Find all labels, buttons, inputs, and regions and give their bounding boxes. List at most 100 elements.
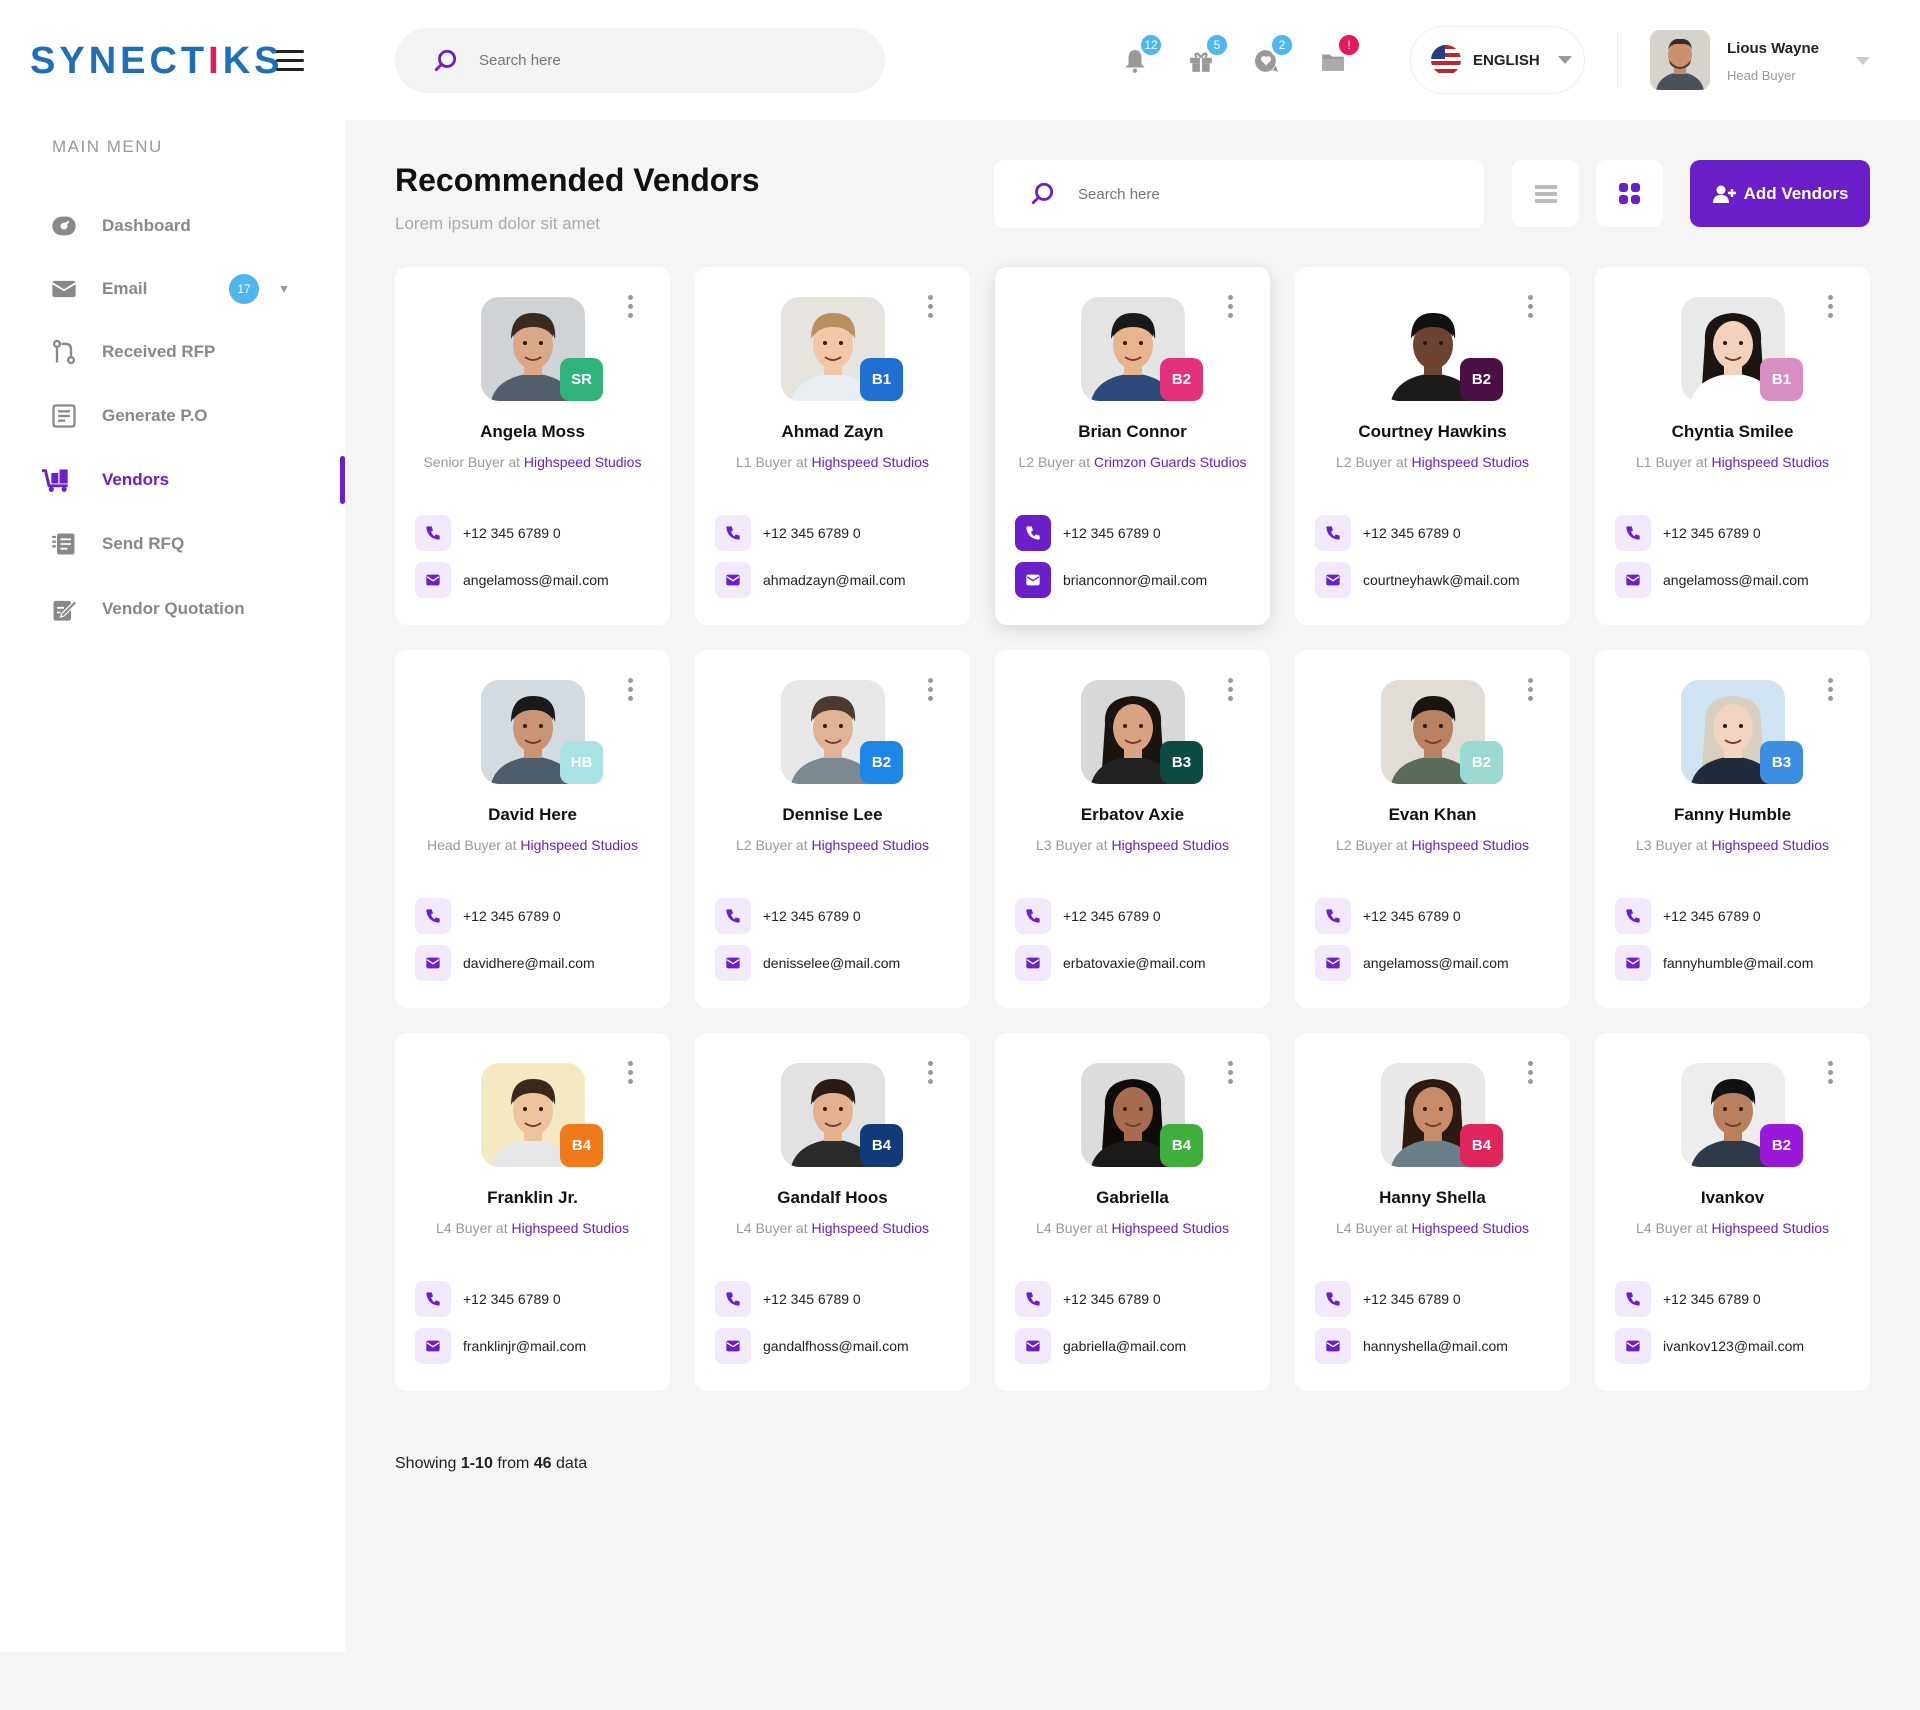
phone-icon[interactable] <box>1315 898 1351 934</box>
sidebar-item-received-rfp[interactable]: Received RFP <box>0 327 345 377</box>
sidebar-item-dashboard[interactable]: Dashboard <box>0 201 345 251</box>
vendor-name[interactable]: Angela Moss <box>395 422 670 442</box>
email-address[interactable]: courtneyhawk@mail.com <box>1363 572 1520 588</box>
vendor-company-link[interactable]: Highspeed Studios <box>811 454 929 470</box>
vendor-name[interactable]: Gandalf Hoos <box>695 1188 970 1208</box>
vendor-name[interactable]: Fanny Humble <box>1595 805 1870 825</box>
email-address[interactable]: ahmadzayn@mail.com <box>763 572 906 588</box>
list-view-button[interactable] <box>1512 160 1579 227</box>
vendor-name[interactable]: Dennise Lee <box>695 805 970 825</box>
vendor-card[interactable]: B2 Brian Connor L2 Buyer at Crimzon Guar… <box>995 267 1270 625</box>
phone-icon[interactable] <box>715 898 751 934</box>
phone-icon[interactable] <box>1315 1281 1351 1317</box>
phone-number[interactable]: +12 345 6789 0 <box>463 525 561 541</box>
notification-folder[interactable]: ! <box>1318 32 1362 78</box>
mail-icon[interactable] <box>715 1328 751 1364</box>
vendor-company-link[interactable]: Highspeed Studios <box>1411 454 1529 470</box>
email-address[interactable]: franklinjr@mail.com <box>463 1338 586 1354</box>
phone-icon[interactable] <box>715 1281 751 1317</box>
vendor-company-link[interactable]: Highspeed Studios <box>1411 837 1529 853</box>
more-options-icon[interactable] <box>628 678 634 705</box>
more-options-icon[interactable] <box>628 1061 634 1088</box>
vendor-card[interactable]: SR Angela Moss Senior Buyer at Highspeed… <box>395 267 670 625</box>
vendor-name[interactable]: Hanny Shella <box>1295 1188 1570 1208</box>
header-search-bar[interactable] <box>395 28 885 93</box>
grid-view-button[interactable] <box>1596 160 1663 227</box>
vendor-card[interactable]: B3 Fanny Humble L3 Buyer at Highspeed St… <box>1595 650 1870 1008</box>
mail-icon[interactable] <box>715 945 751 981</box>
language-selector[interactable]: ENGLISH <box>1410 26 1585 94</box>
vendor-company-link[interactable]: Highspeed Studios <box>1111 837 1229 853</box>
vendor-company-link[interactable]: Highspeed Studios <box>1111 1220 1229 1236</box>
email-address[interactable]: hannyshella@mail.com <box>1363 1338 1508 1354</box>
sidebar-item-vendors[interactable]: Vendors <box>0 455 345 505</box>
phone-icon[interactable] <box>1315 515 1351 551</box>
vendor-company-link[interactable]: Highspeed Studios <box>1711 1220 1829 1236</box>
more-options-icon[interactable] <box>928 295 934 322</box>
vendor-name[interactable]: Evan Khan <box>1295 805 1570 825</box>
phone-number[interactable]: +12 345 6789 0 <box>1063 908 1161 924</box>
add-vendors-button[interactable]: Add Vendors <box>1690 160 1870 227</box>
vendor-name[interactable]: Brian Connor <box>995 422 1270 442</box>
phone-icon[interactable] <box>415 898 451 934</box>
synectiks-logo[interactable]: SYNECTIKS <box>30 40 284 83</box>
vendor-card[interactable]: B2 Evan Khan L2 Buyer at Highspeed Studi… <box>1295 650 1570 1008</box>
vendor-card[interactable]: B4 Gandalf Hoos L4 Buyer at Highspeed St… <box>695 1033 970 1391</box>
sidebar-item-vendor-quotation[interactable]: Vendor Quotation <box>0 584 345 634</box>
mail-icon[interactable] <box>1615 1328 1651 1364</box>
more-options-icon[interactable] <box>1228 295 1234 322</box>
more-options-icon[interactable] <box>1528 1061 1534 1088</box>
vendor-company-link[interactable]: Crimzon Guards Studios <box>1094 454 1247 470</box>
email-address[interactable]: denisselee@mail.com <box>763 955 900 971</box>
notification-gift[interactable]: 5 <box>1186 32 1230 78</box>
phone-icon[interactable] <box>1015 515 1051 551</box>
notification-messages[interactable]: 2 <box>1251 32 1295 78</box>
email-address[interactable]: fannyhumble@mail.com <box>1663 955 1813 971</box>
email-address[interactable]: ivankov123@mail.com <box>1663 1338 1804 1354</box>
email-address[interactable]: brianconnor@mail.com <box>1063 572 1207 588</box>
phone-number[interactable]: +12 345 6789 0 <box>1663 908 1761 924</box>
phone-number[interactable]: +12 345 6789 0 <box>1363 908 1461 924</box>
vendor-company-link[interactable]: Highspeed Studios <box>1411 1220 1529 1236</box>
email-address[interactable]: davidhere@mail.com <box>463 955 595 971</box>
notification-bell[interactable]: 12 <box>1120 32 1164 78</box>
more-options-icon[interactable] <box>1528 295 1534 322</box>
vendor-card[interactable]: B4 Franklin Jr. L4 Buyer at Highspeed St… <box>395 1033 670 1391</box>
phone-icon[interactable] <box>1615 898 1651 934</box>
mail-icon[interactable] <box>415 562 451 598</box>
mail-icon[interactable] <box>1615 562 1651 598</box>
phone-number[interactable]: +12 345 6789 0 <box>463 908 561 924</box>
vendor-card[interactable]: B2 Dennise Lee L2 Buyer at Highspeed Stu… <box>695 650 970 1008</box>
vendor-search-input[interactable] <box>1078 185 1438 203</box>
phone-number[interactable]: +12 345 6789 0 <box>1363 525 1461 541</box>
phone-number[interactable]: +12 345 6789 0 <box>763 908 861 924</box>
vendor-company-link[interactable]: Highspeed Studios <box>1711 454 1829 470</box>
email-address[interactable]: angelamoss@mail.com <box>1663 572 1809 588</box>
phone-number[interactable]: +12 345 6789 0 <box>1063 1291 1161 1307</box>
phone-number[interactable]: +12 345 6789 0 <box>1663 1291 1761 1307</box>
phone-number[interactable]: +12 345 6789 0 <box>1363 1291 1461 1307</box>
mail-icon[interactable] <box>415 945 451 981</box>
phone-number[interactable]: +12 345 6789 0 <box>763 525 861 541</box>
more-options-icon[interactable] <box>1228 678 1234 705</box>
more-options-icon[interactable] <box>628 295 634 322</box>
email-address[interactable]: angelamoss@mail.com <box>463 572 609 588</box>
phone-icon[interactable] <box>1015 898 1051 934</box>
vendor-search-bar[interactable] <box>994 160 1484 228</box>
vendor-name[interactable]: Ivankov <box>1595 1188 1870 1208</box>
more-options-icon[interactable] <box>1828 295 1834 322</box>
vendor-card[interactable]: B4 Hanny Shella L4 Buyer at Highspeed St… <box>1295 1033 1570 1391</box>
mail-icon[interactable] <box>1015 1328 1051 1364</box>
vendor-name[interactable]: Gabriella <box>995 1188 1270 1208</box>
sidebar-item-send-rfq[interactable]: Send RFQ <box>0 519 345 569</box>
vendor-name[interactable]: Chyntia Smilee <box>1595 422 1870 442</box>
vendor-card[interactable]: B4 Gabriella L4 Buyer at Highspeed Studi… <box>995 1033 1270 1391</box>
vendor-company-link[interactable]: Highspeed Studios <box>524 454 642 470</box>
mail-icon[interactable] <box>1315 1328 1351 1364</box>
vendor-card[interactable]: B3 Erbatov Axie L3 Buyer at Highspeed St… <box>995 650 1270 1008</box>
vendor-card[interactable]: HB David Here Head Buyer at Highspeed St… <box>395 650 670 1008</box>
sidebar-item-email[interactable]: Email 17 ▼ <box>0 264 345 314</box>
vendor-company-link[interactable]: Highspeed Studios <box>811 1220 929 1236</box>
vendor-company-link[interactable]: Highspeed Studios <box>811 837 929 853</box>
more-options-icon[interactable] <box>928 678 934 705</box>
